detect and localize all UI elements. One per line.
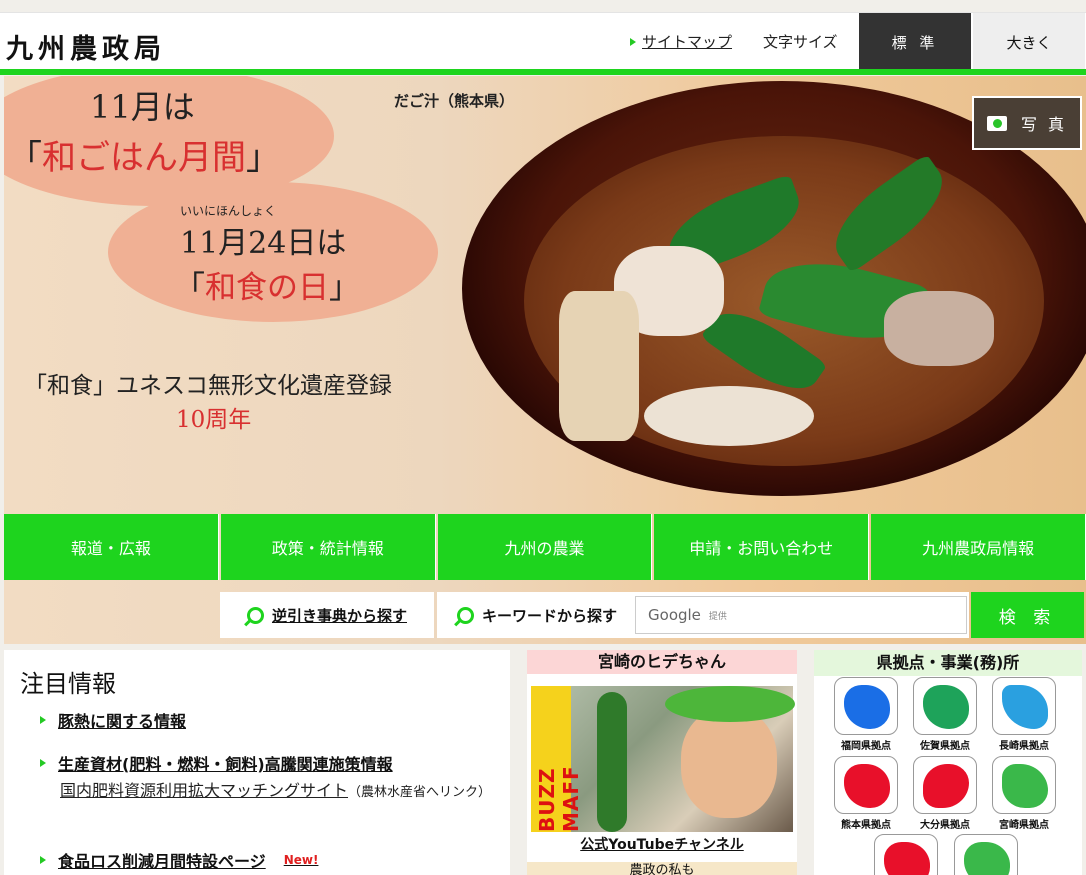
nav-bureau-info[interactable]: 九州農政局情報 [871, 514, 1086, 580]
notice-item-label: 生産資材(肥料・燃料・飼料)高騰関連施策情報 [58, 755, 393, 774]
pref-card-kumamoto[interactable]: 熊本県拠点 [834, 756, 898, 831]
pref-label: 佐賀県拠点 [920, 741, 970, 752]
person-image [681, 708, 777, 818]
youtube-panel: 宮崎のヒデちゃん BUZZ MAFF 公式YouTubeチャンネル 農政の私も [527, 650, 797, 875]
hero-line2: 「和ごはん月間」 [8, 138, 280, 178]
photo-button[interactable]: 写 真 [972, 96, 1082, 150]
notice-panel: 注目情報 豚熱に関する情報 生産資材(肥料・燃料・飼料)高騰関連施策情報 国内肥… [4, 650, 510, 875]
arrow-icon [40, 856, 46, 864]
sitemap-label: サイトマップ [642, 33, 733, 51]
font-size-label: 文字サイズ [763, 33, 838, 51]
leaf-hat-image [665, 686, 795, 722]
search-input[interactable]: Google 提供 [635, 596, 968, 634]
hero-caption: だご汁（熊本県） [394, 92, 515, 110]
notice-item-swine-fever[interactable]: 豚熱に関する情報 [40, 708, 186, 732]
font-standard-button[interactable]: 標 準 [859, 13, 971, 71]
notice-sub-link[interactable]: 国内肥料資源利用拡大マッチングサイト（農林水産省へリンク） [60, 778, 500, 806]
hero-anniversary: 10周年 [176, 407, 252, 433]
search-button[interactable]: 検 索 [971, 592, 1084, 638]
saga-map-icon [923, 685, 969, 729]
nav-policy-stats[interactable]: 政策・統計情報 [220, 514, 436, 580]
fukuoka-map-icon [844, 685, 890, 729]
prefecture-offices-panel: 県拠点・事業(務)所 福岡県拠点 佐賀県拠点 長崎県拠点 熊本県拠点 大分県拠点… [814, 650, 1082, 875]
pref-label: 福岡県拠点 [841, 741, 891, 752]
keyword-search: キーワードから探す Google 提供 [437, 592, 969, 638]
pref-card-nagasaki[interactable]: 長崎県拠点 [992, 677, 1056, 752]
photo-button-label: 写 真 [1020, 115, 1068, 134]
onion-image [644, 386, 814, 446]
pref-card-saga[interactable]: 佐賀県拠点 [913, 677, 977, 752]
font-large-button[interactable]: 大きく [973, 13, 1085, 71]
external-link-note: （農林水産省へリンク） [348, 785, 492, 800]
notice-item-label: 豚熱に関する情報 [58, 712, 187, 731]
taro-image [559, 291, 639, 441]
prefecture-offices-title: 県拠点・事業(務)所 [814, 650, 1082, 676]
reverse-dictionary-label: 逆引き事典から探す [271, 606, 407, 625]
arrow-icon [40, 759, 46, 767]
new-badge: New! [283, 853, 319, 867]
cucumber-image [597, 692, 627, 832]
nav-applications-contact[interactable]: 申請・お問い合わせ [654, 514, 870, 580]
notice-item-label: 食品ロス削減月間特設ページ [58, 852, 266, 871]
notice-item-materials[interactable]: 生産資材(肥料・燃料・飼料)高騰関連施策情報 [40, 751, 393, 775]
camera-icon [986, 115, 1007, 131]
youtube-footer-heading: 農政の私も [527, 862, 797, 875]
hero-unesco: 「和食」ユネスコ無形文化遺産登録 [24, 373, 392, 399]
pref-card-fukuoka[interactable]: 福岡県拠点 [834, 677, 898, 752]
site-logo[interactable]: 九州農政局 [6, 27, 166, 66]
site-header: 九州農政局 サイトマップ 文字サイズ 標 準 大きく [0, 12, 1086, 71]
reverse-dictionary-link[interactable]: 逆引き事典から探す [220, 592, 434, 638]
google-provided-label: 提供 [708, 611, 727, 622]
search-icon [246, 606, 264, 624]
youtube-channel-link[interactable]: 公式YouTubeチャンネル [527, 834, 797, 854]
kagoshima-map-icon [884, 842, 930, 875]
miyazaki-map-icon [1002, 764, 1048, 808]
meat-image [884, 291, 994, 366]
nav-press[interactable]: 報道・広報 [4, 514, 219, 580]
pref-card-kagoshima[interactable] [874, 834, 938, 875]
pref-card-oita[interactable]: 大分県拠点 [913, 756, 977, 831]
fertilizer-matching-link[interactable]: 国内肥料資源利用拡大マッチングサイト [60, 781, 348, 800]
okinawa-map-icon [964, 842, 1010, 875]
pref-label: 長崎県拠点 [999, 741, 1049, 752]
google-logo: Google [648, 606, 701, 624]
page: 九州農政局 サイトマップ 文字サイズ 標 準 大きく 11月は 「和ごはん月間」… [0, 0, 1086, 875]
pref-label: 宮崎県拠点 [999, 820, 1049, 831]
nav-kyushu-agriculture[interactable]: 九州の農業 [437, 514, 653, 580]
hero-line3: 11月24日は [180, 226, 347, 261]
sitemap-link[interactable]: サイトマップ [630, 31, 732, 52]
arrow-icon [630, 37, 636, 46]
hero-line1: 11月は [90, 88, 195, 126]
search-icon [457, 606, 474, 624]
buzz-maff-logo: BUZZ MAFF [531, 686, 583, 832]
header-divider [0, 69, 1086, 75]
pref-card-okinawa[interactable] [954, 834, 1018, 875]
pref-label: 大分県拠点 [920, 820, 970, 831]
notice-title: 注目情報 [20, 670, 116, 698]
youtube-thumbnail[interactable]: BUZZ MAFF [531, 686, 795, 832]
pref-card-miyazaki[interactable]: 宮崎県拠点 [992, 756, 1056, 831]
youtube-panel-title: 宮崎のヒデちゃん [527, 650, 797, 674]
global-nav: 報道・広報 政策・統計情報 九州の農業 申請・お問い合わせ 九州農政局情報 [4, 514, 1086, 580]
oita-map-icon [923, 764, 969, 808]
kumamoto-map-icon [844, 764, 890, 808]
hero-ruby: いいにほんしょく [180, 204, 277, 218]
notice-item-food-loss[interactable]: 食品ロス削減月間特設ページ New! [40, 848, 318, 872]
hero-line4: 「和食の日」 [174, 270, 360, 306]
nagasaki-map-icon [1002, 685, 1048, 729]
keyword-search-label: キーワードから探す [482, 606, 618, 625]
arrow-icon [40, 716, 46, 724]
pref-label: 熊本県拠点 [841, 820, 891, 831]
